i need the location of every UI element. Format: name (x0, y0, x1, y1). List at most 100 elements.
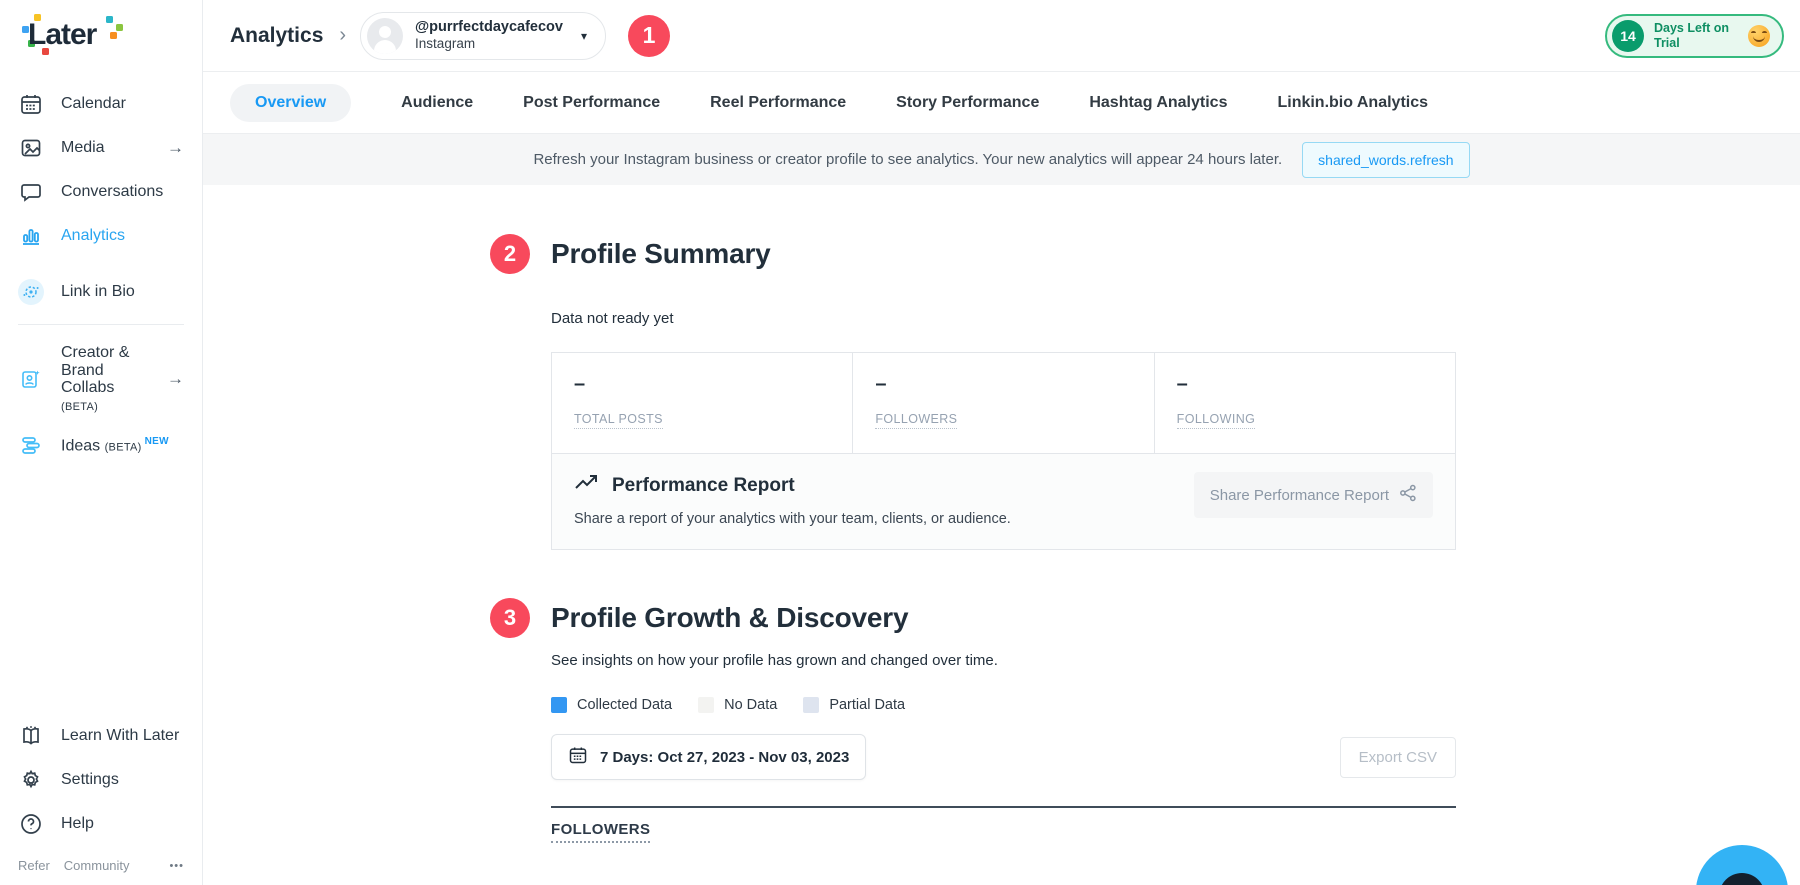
stat-following: – FOLLOWING (1155, 353, 1455, 453)
sidebar-item-calendar[interactable]: Calendar (0, 82, 202, 126)
logo-pixel (106, 16, 113, 23)
sidebar-item-learn[interactable]: Learn With Later (0, 714, 202, 758)
media-icon (18, 135, 44, 161)
new-badge: NEW (145, 436, 169, 447)
stat-value: – (574, 373, 830, 396)
banner-message: Refresh your Instagram business or creat… (533, 151, 1282, 168)
sidebar-item-label: Calendar (61, 95, 126, 113)
profile-summary-section: 2 Profile Summary Data not ready yet – T… (551, 238, 1456, 550)
sidebar-item-settings[interactable]: Settings (0, 758, 202, 802)
refresh-button[interactable]: shared_words.refresh (1302, 142, 1469, 178)
content-area: 2 Profile Summary Data not ready yet – T… (203, 185, 1800, 885)
export-csv-button[interactable]: Export CSV (1340, 737, 1456, 778)
sidebar: Later Calendar Media → Conversation (0, 0, 203, 885)
step-badge-3: 3 (490, 598, 530, 638)
legend-partial-data: Partial Data (803, 697, 905, 713)
trial-badge[interactable]: 14 Days Left on Trial (1605, 14, 1784, 58)
stat-label[interactable]: FOLLOWERS (875, 412, 957, 429)
legend-swatch (551, 697, 567, 713)
performance-report-description: Share a report of your analytics with yo… (574, 511, 1194, 527)
smiley-emoji (1748, 25, 1770, 47)
sidebar-item-help[interactable]: Help (0, 802, 202, 846)
analytics-tabs: Overview Audience Post Performance Reel … (203, 72, 1800, 134)
legend-no-data: No Data (698, 697, 777, 713)
account-handle: @purrfectdaycafecov (415, 18, 563, 36)
data-legend: Collected Data No Data Partial Data (551, 697, 1456, 713)
sidebar-item-collabs[interactable]: Creator & Brand Collabs (BETA) → (0, 335, 202, 423)
profile-growth-subtitle: See insights on how your profile has gro… (551, 652, 1456, 669)
logo-wordmark: Later (28, 18, 96, 52)
stat-label[interactable]: FOLLOWING (1177, 412, 1256, 429)
analytics-icon (18, 223, 44, 249)
main-area: Analytics › @purrfectdaycafecov Instagra… (203, 0, 1800, 885)
tab-overview[interactable]: Overview (230, 84, 351, 122)
calendar-icon (568, 745, 588, 769)
calendar-icon (18, 91, 44, 117)
performance-report-title: Performance Report (612, 475, 795, 497)
sidebar-item-label: Learn With Later (61, 727, 179, 745)
help-icon (18, 811, 44, 837)
tab-post-performance[interactable]: Post Performance (523, 84, 660, 122)
sidebar-item-conversations[interactable]: Conversations (0, 170, 202, 214)
sidebar-item-link-in-bio[interactable]: Link in Bio (0, 270, 202, 314)
sidebar-bottom-links: Refer Community ••• (0, 846, 202, 877)
logo-pixel (110, 32, 117, 39)
avatar (367, 18, 403, 54)
profile-growth-section: 3 Profile Growth & Discovery See insight… (551, 602, 1456, 843)
refer-link[interactable]: Refer (18, 858, 50, 873)
page-title: Analytics (230, 24, 323, 48)
arrow-right-icon: → (167, 138, 184, 158)
gear-icon (18, 767, 44, 793)
performance-report-block: Performance Report Share a report of you… (552, 453, 1455, 549)
chat-widget-icon (1719, 873, 1765, 885)
chat-widget-button[interactable] (1696, 845, 1788, 885)
sidebar-item-media[interactable]: Media → (0, 126, 202, 170)
top-bar: Analytics › @purrfectdaycafecov Instagra… (203, 0, 1800, 72)
tab-linkinbio-analytics[interactable]: Linkin.bio Analytics (1277, 84, 1428, 122)
tab-reel-performance[interactable]: Reel Performance (710, 84, 846, 122)
followers-chart-label[interactable]: FOLLOWERS (551, 821, 650, 843)
sidebar-item-analytics[interactable]: Analytics (0, 214, 202, 258)
later-logo[interactable]: Later (20, 14, 130, 56)
legend-swatch (698, 697, 714, 713)
book-icon (18, 723, 44, 749)
share-icon (1399, 484, 1417, 506)
sidebar-divider (18, 324, 184, 325)
community-link[interactable]: Community (64, 858, 130, 873)
sidebar-item-label: Creator & Brand Collabs (BETA) (61, 344, 150, 414)
beta-tag: (BETA) (105, 441, 142, 453)
step-badge-2: 2 (490, 234, 530, 274)
step-badge-1: 1 (628, 15, 670, 57)
more-options-icon[interactable]: ••• (169, 860, 184, 872)
date-range-picker[interactable]: 7 Days: Oct 27, 2023 - Nov 03, 2023 (551, 734, 866, 780)
collabs-icon (18, 366, 44, 392)
stat-label[interactable]: TOTAL POSTS (574, 412, 663, 429)
share-performance-report-button[interactable]: Share Performance Report (1194, 472, 1433, 518)
sidebar-item-label: Conversations (61, 183, 163, 201)
sidebar-nav: Calendar Media → Conversations Analytic (0, 82, 202, 467)
sidebar-item-label: Media (61, 139, 105, 157)
stat-value: – (875, 373, 1131, 396)
sidebar-item-label: Help (61, 815, 94, 833)
account-selector[interactable]: @purrfectdaycafecov Instagram ▾ (360, 12, 606, 60)
stat-followers: – FOLLOWERS (853, 353, 1154, 453)
profile-summary-title: Profile Summary (551, 238, 771, 270)
trial-days-count: 14 (1612, 20, 1644, 52)
sidebar-item-label: Link in Bio (61, 283, 135, 301)
stat-value: – (1177, 373, 1433, 396)
tab-hashtag-analytics[interactable]: Hashtag Analytics (1089, 84, 1227, 122)
tab-audience[interactable]: Audience (401, 84, 473, 122)
data-status-text: Data not ready yet (551, 310, 1456, 327)
app-window: Later Calendar Media → Conversation (0, 0, 1800, 885)
sidebar-footer: Learn With Later Settings Help Refer Com… (0, 714, 202, 877)
section-divider (551, 806, 1456, 808)
profile-growth-title: Profile Growth & Discovery (551, 602, 908, 634)
tab-story-performance[interactable]: Story Performance (896, 84, 1039, 122)
sidebar-item-label: Analytics (61, 227, 125, 245)
chevron-right-icon: › (339, 24, 346, 47)
stat-total-posts: – TOTAL POSTS (552, 353, 853, 453)
account-platform: Instagram (415, 36, 563, 53)
trial-label: Days Left on Trial (1654, 21, 1738, 51)
sidebar-item-ideas[interactable]: Ideas (BETA)NEW (0, 423, 202, 467)
chat-icon (18, 179, 44, 205)
